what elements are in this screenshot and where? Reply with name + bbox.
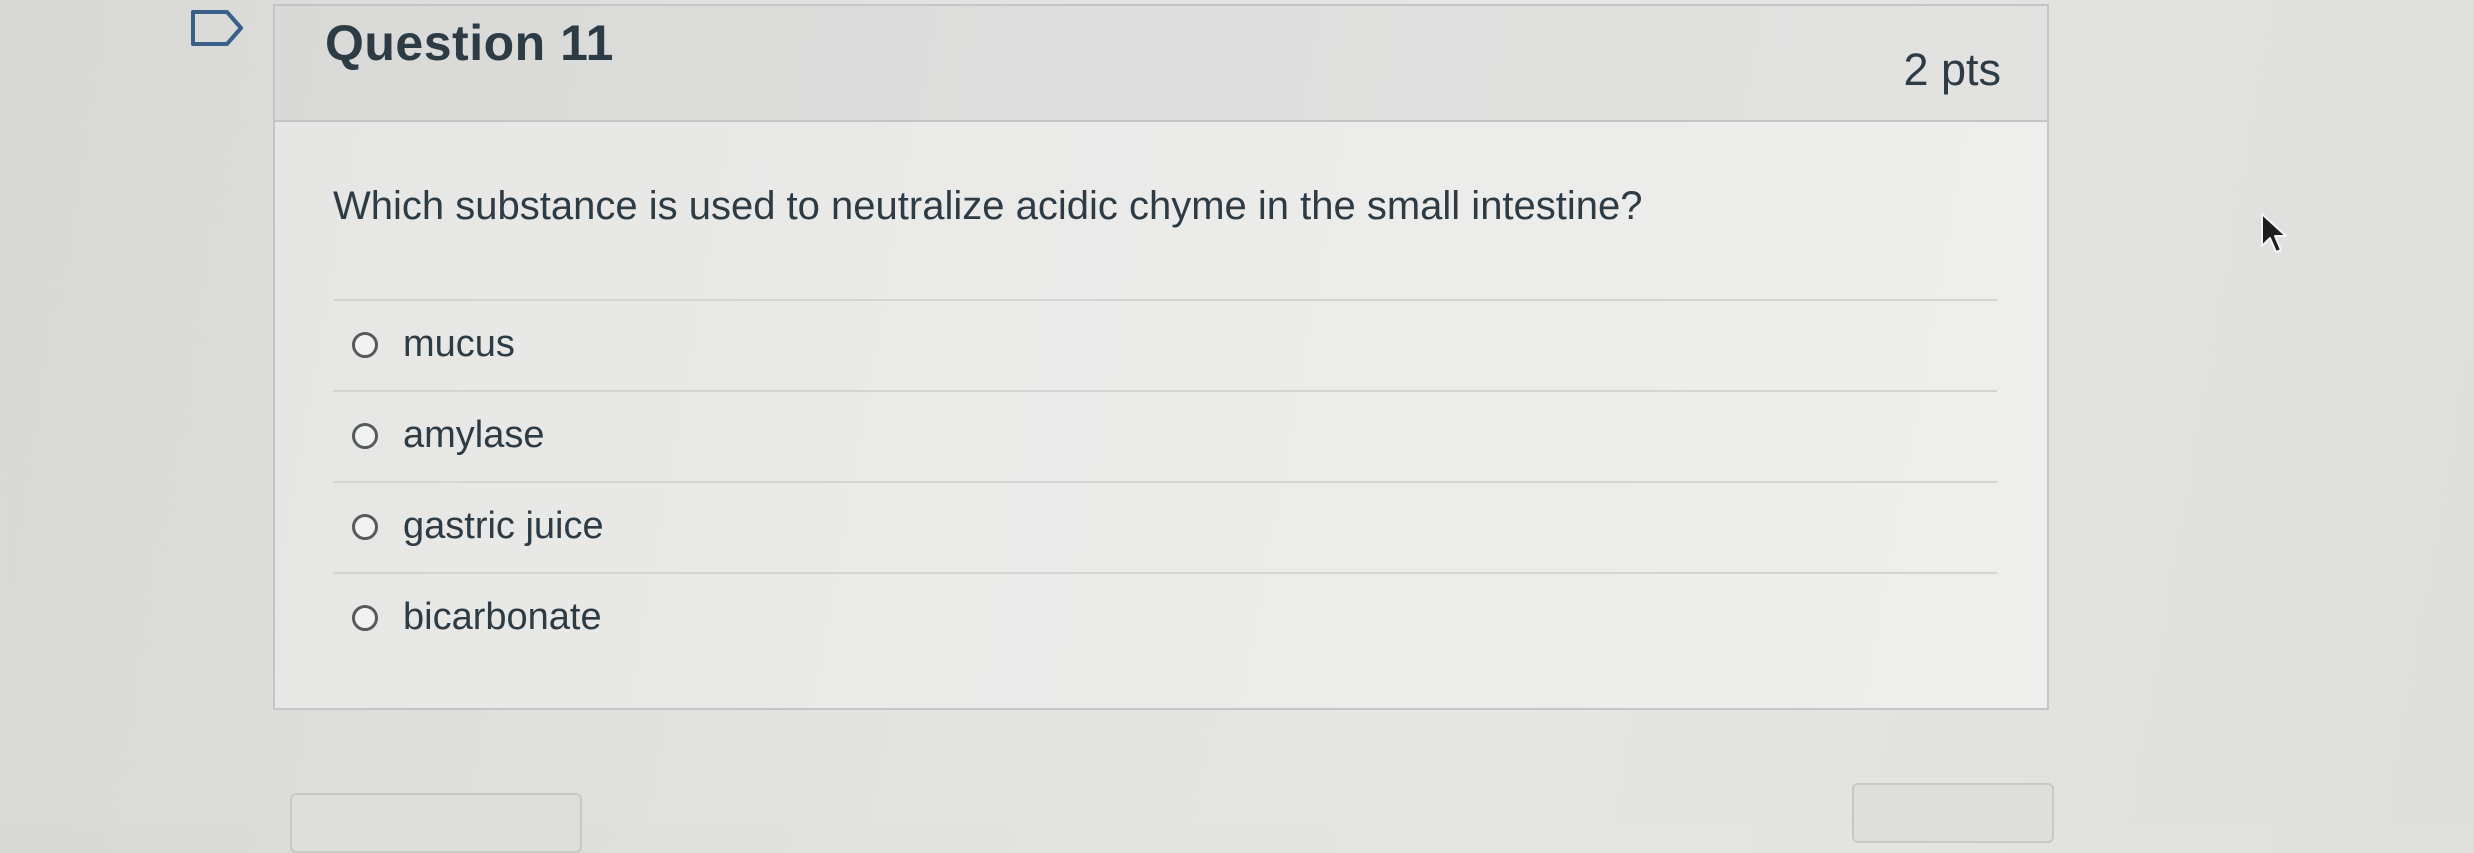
previous-button[interactable] — [290, 793, 582, 853]
mouse-pointer-icon — [2261, 213, 2287, 253]
radio-button[interactable] — [352, 423, 378, 449]
answer-option[interactable]: mucus — [333, 299, 1997, 390]
answer-label[interactable]: mucus — [403, 323, 515, 366]
question-points: 2 pts — [1903, 44, 2001, 95]
flag-question-icon[interactable] — [187, 8, 247, 48]
answer-label[interactable]: bicarbonate — [403, 596, 602, 639]
radio-button[interactable] — [352, 605, 378, 631]
question-header: Question 11 2 pts — [275, 6, 2047, 122]
radio-button[interactable] — [352, 514, 378, 540]
answer-option[interactable]: gastric juice — [333, 481, 1997, 572]
question-card: Question 11 2 pts Which substance is use… — [273, 4, 2049, 710]
answer-option[interactable]: amylase — [333, 390, 1997, 481]
next-button[interactable] — [1852, 783, 2054, 843]
answer-label[interactable]: amylase — [403, 414, 545, 457]
answer-option[interactable]: bicarbonate — [333, 572, 1997, 663]
question-prompt: Which substance is used to neutralize ac… — [333, 184, 1643, 228]
answer-list: mucus amylase gastric juice bicarbonate — [333, 299, 1997, 663]
radio-button[interactable] — [352, 332, 378, 358]
question-title: Question 11 — [325, 15, 614, 71]
answer-label[interactable]: gastric juice — [403, 505, 604, 548]
